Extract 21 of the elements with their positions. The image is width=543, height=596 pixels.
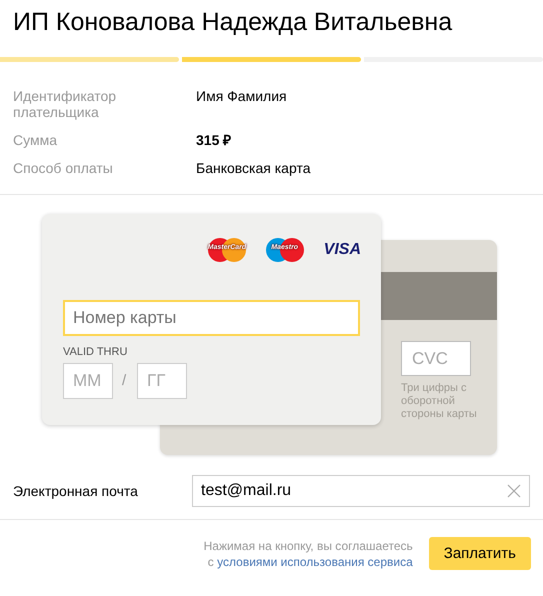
date-separator: / [122,372,126,389]
valid-thru-label: VALID THRU [63,346,128,358]
detail-label: Способ оплаты [13,160,114,176]
detail-label: Идентификатор плательщика [13,88,118,120]
detail-value: 315 ₽ [196,132,232,148]
email-label: Электронная почта [13,483,139,499]
detail-value: Банковская карта [196,160,312,176]
cvc-field[interactable]: CVC [401,341,471,376]
detail-label: Сумма [13,132,58,148]
email-field[interactable]: test@mail.ru [192,475,530,507]
page-title: ИП Коновалова Надежда Витальевна [12,7,454,38]
month-field[interactable]: ММ [63,363,113,399]
clear-icon[interactable] [507,484,521,498]
card-number-field[interactable]: Номер карты [63,300,360,336]
year-field[interactable]: ГГ [137,363,187,399]
agreement-text: Нажимая на кнопку, вы соглашаетесь с условиями использования сервиса [202,538,413,570]
detail-value: Имя Фамилия [196,88,288,106]
cvc-hint: Три цифры с оборотной стороны карты [401,382,478,421]
pay-button[interactable]: Заплатить [428,537,531,570]
terms-link[interactable]: условиями использования сервиса [217,554,413,568]
visa-logo: VISA [324,241,361,259]
